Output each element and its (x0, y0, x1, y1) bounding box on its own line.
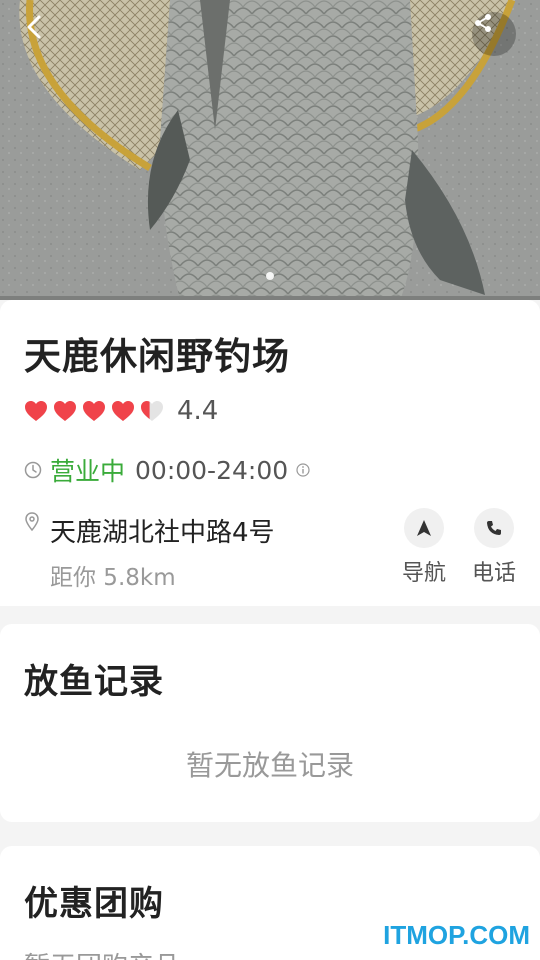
location-pin-icon (25, 512, 39, 532)
fish-records-title: 放鱼记录 (24, 662, 164, 702)
distance-text: 距你 5.8km (50, 565, 176, 591)
phone-icon (487, 521, 501, 535)
navigate-button[interactable]: 导航 (394, 508, 454, 587)
rating-value: 4.4 (177, 396, 219, 426)
shop-name: 天鹿休闲野钓场 (24, 335, 290, 378)
fish-photo (0, 0, 540, 300)
heart-icon (141, 401, 163, 421)
rating-hearts (24, 400, 169, 422)
heart-icon (83, 401, 105, 421)
rating-row: 4.4 (24, 396, 218, 426)
heart-icon (54, 401, 76, 421)
address-text: 天鹿湖北社中路4号 (50, 518, 275, 548)
chevron-left-icon (27, 15, 41, 39)
group-buy-empty: 暂无团购产品 (24, 946, 180, 960)
share-button[interactable] (472, 12, 516, 56)
clock-icon (24, 461, 42, 479)
hero-image[interactable] (0, 0, 540, 300)
back-button[interactable] (24, 14, 68, 58)
business-hours: 00:00-24:00 (135, 455, 289, 485)
navigate-icon-wrap (404, 508, 444, 548)
navigation-arrow-icon (417, 520, 431, 536)
heart-icon (112, 401, 134, 421)
open-status: 营业中 (50, 457, 126, 486)
heart-icon (25, 401, 47, 421)
business-hours-row: 营业中 00:00-24:00 (24, 452, 310, 488)
call-button[interactable]: 电话 (464, 508, 524, 587)
info-icon[interactable] (296, 463, 310, 477)
carousel-dot (266, 272, 274, 280)
fish-records-card: 放鱼记录 暂无放鱼记录 (0, 624, 540, 822)
navigate-label: 导航 (401, 561, 446, 586)
group-buy-title: 优惠团购 (24, 884, 164, 924)
watermark-logo: ITMOP.COM (383, 920, 530, 950)
call-label: 电话 (471, 561, 516, 586)
share-icon (475, 14, 491, 32)
fish-records-empty: 暂无放鱼记录 (185, 749, 354, 782)
call-icon-wrap (474, 508, 514, 548)
carousel-indicator (0, 272, 540, 280)
shop-info-card: 天鹿休闲野钓场 4.4 营业中 00:00-24:00 天鹿湖北社中路4号 距你… (0, 300, 540, 606)
